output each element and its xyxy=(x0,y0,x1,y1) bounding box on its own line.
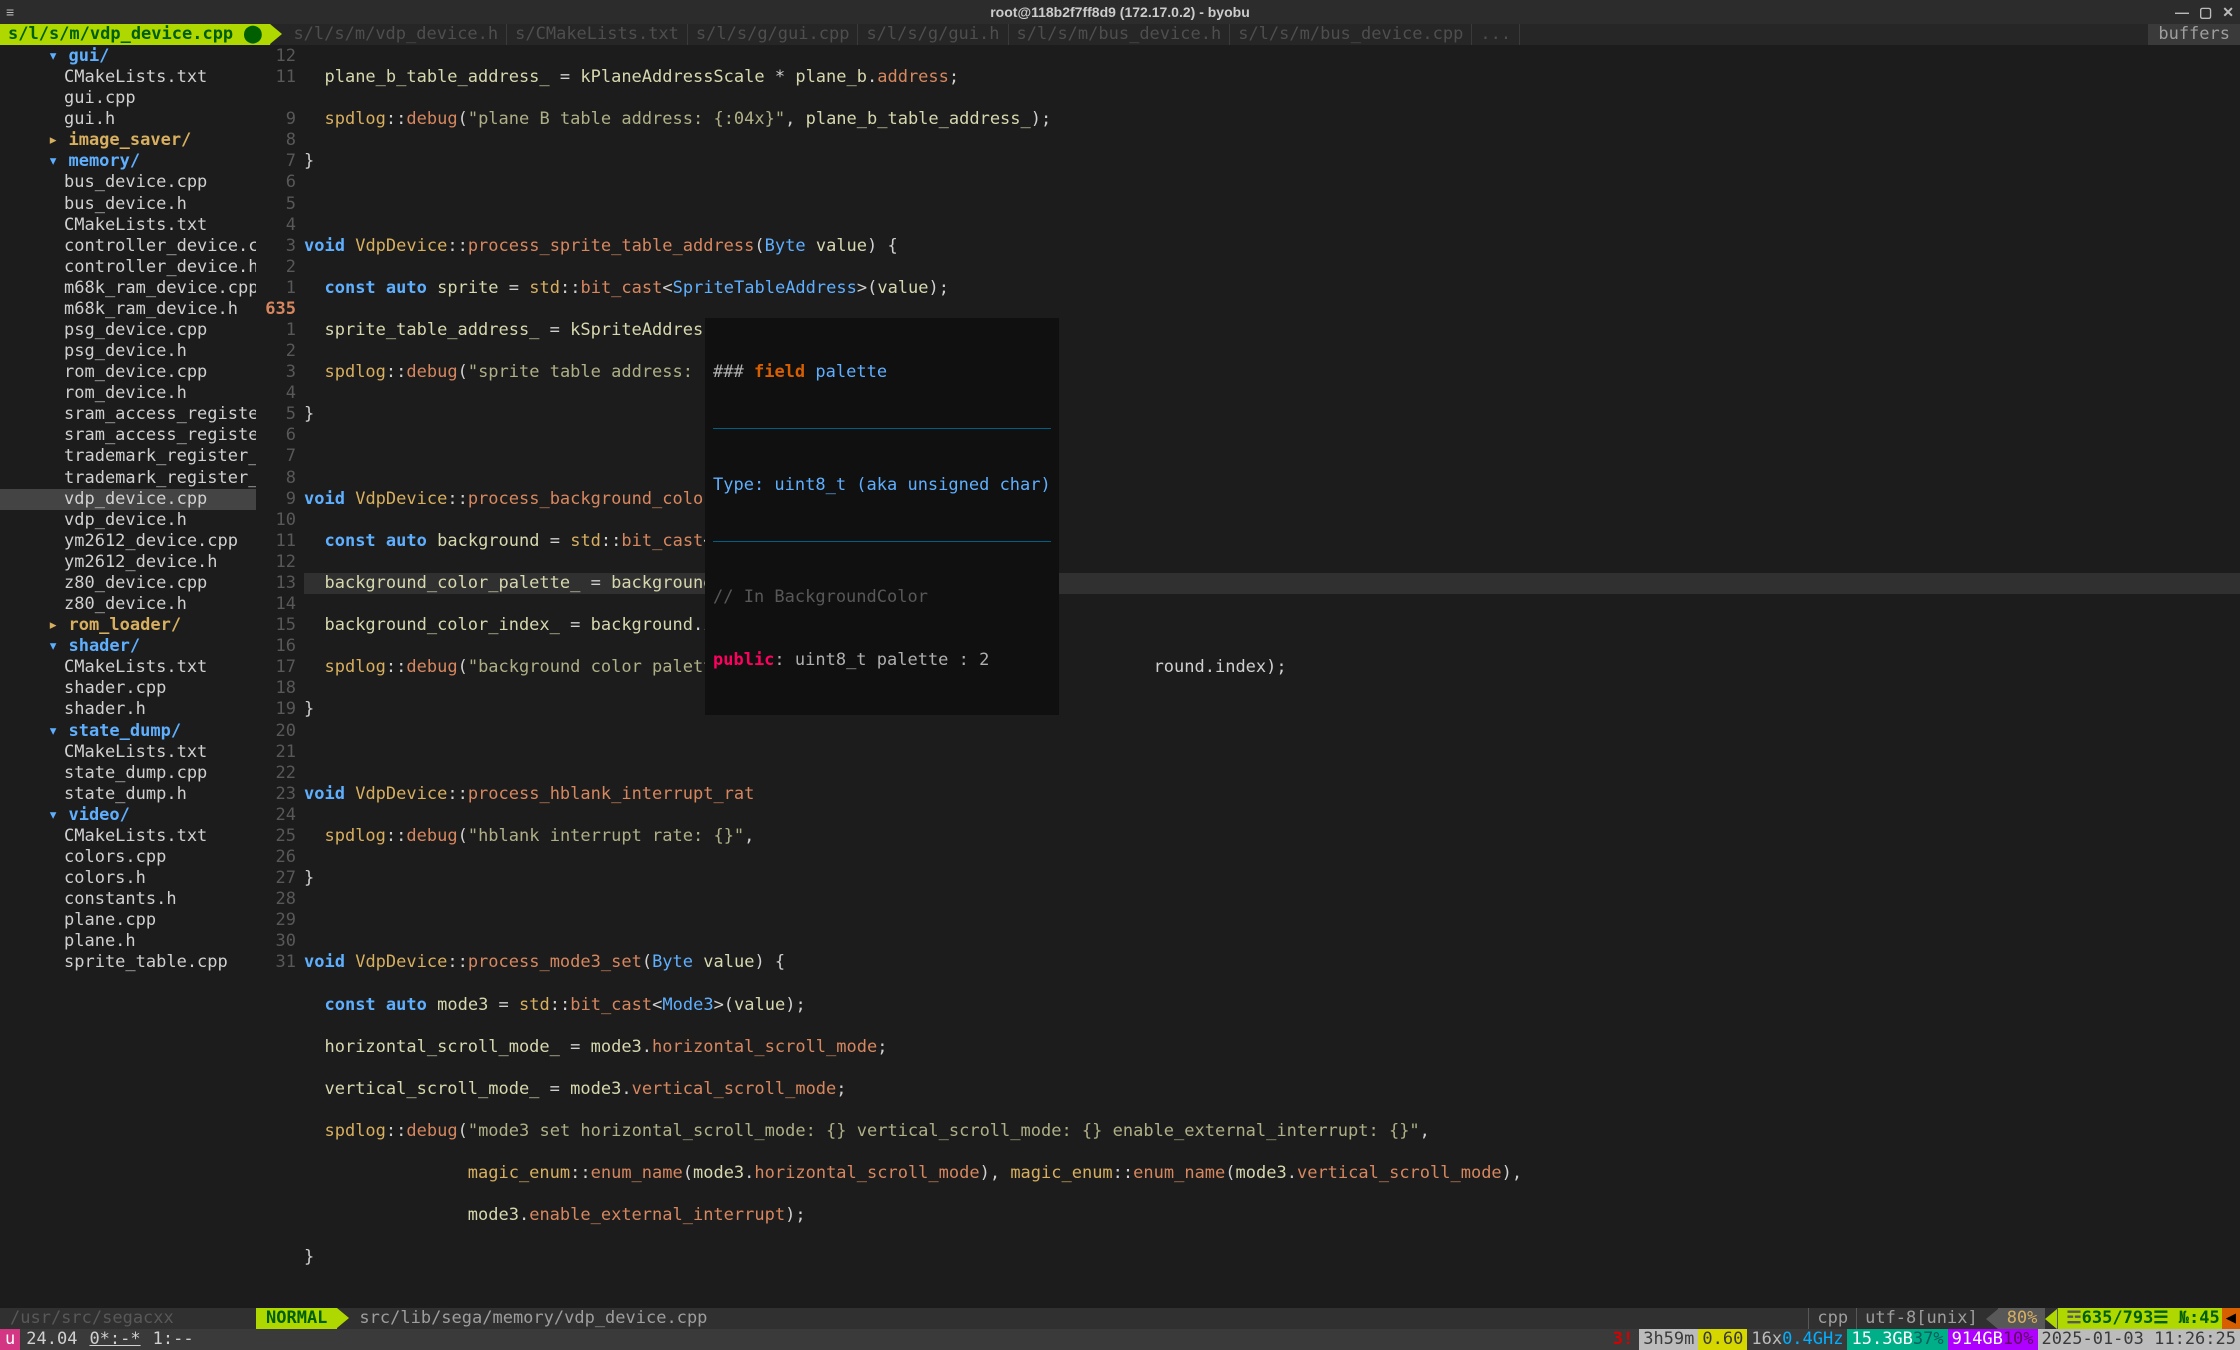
editor-pane[interactable]: 1211 98765432163512345678910111213141516… xyxy=(256,45,2240,1308)
tab-item[interactable]: s/l/s/g/gui.h xyxy=(858,24,1008,45)
tree-item[interactable]: z80_device.cpp xyxy=(0,573,256,594)
file-tree[interactable]: ▾ gui/CMakeLists.txtgui.cppgui.h▸ image_… xyxy=(0,45,256,1308)
tree-item[interactable]: ▾ shader/ xyxy=(0,636,256,657)
tab-overflow[interactable]: ... xyxy=(1472,24,1520,45)
tab-active[interactable]: s/l/s/m/vdp_device.cpp ⬤ xyxy=(0,24,271,45)
tree-item[interactable]: ▸ rom_loader/ xyxy=(0,615,256,636)
tree-item[interactable]: bus_device.h xyxy=(0,194,256,215)
tree-item[interactable]: psg_device.cpp xyxy=(0,320,256,341)
tree-item[interactable]: z80_device.h xyxy=(0,594,256,615)
tree-item[interactable]: m68k_ram_device.cpp xyxy=(0,278,256,299)
tree-item[interactable]: CMakeLists.txt xyxy=(0,67,256,88)
code-area[interactable]: plane_b_table_address_ = kPlaneAddressSc… xyxy=(304,45,2240,1308)
tree-item[interactable]: CMakeLists.txt xyxy=(0,742,256,763)
tree-item[interactable]: plane.h xyxy=(0,931,256,952)
tree-item[interactable]: colors.cpp xyxy=(0,847,256,868)
tab-item[interactable]: s/l/s/m/vdp_device.h xyxy=(285,24,507,45)
status-encoding: utf-8[unix] xyxy=(1856,1308,1986,1329)
tree-item[interactable]: CMakeLists.txt xyxy=(0,215,256,236)
byobu-statusbar: u 24.04 0*:-* 1:-- 3! 3h59m 0.60 16x0.4G… xyxy=(0,1329,2240,1350)
mode-indicator: NORMAL xyxy=(256,1308,337,1329)
tree-item[interactable]: shader.h xyxy=(0,699,256,720)
byobu-tab[interactable]: 1:-- xyxy=(147,1329,200,1350)
tree-item[interactable]: controller_device.h xyxy=(0,257,256,278)
tree-item[interactable]: state_dump.cpp xyxy=(0,763,256,784)
tree-item[interactable]: trademark_register_dev xyxy=(0,446,256,467)
tree-item[interactable]: psg_device.h xyxy=(0,341,256,362)
statusline: /usr/src/segacxx NORMAL src/lib/sega/mem… xyxy=(0,1308,2240,1329)
status-file: src/lib/sega/memory/vdp_device.cpp xyxy=(337,1308,1808,1329)
byobu-datetime: 2025-01-03 11:26:25 xyxy=(2038,1329,2240,1350)
maximize-icon[interactable]: ▢ xyxy=(2199,0,2212,24)
tree-item[interactable]: rom_device.h xyxy=(0,383,256,404)
status-line-col: ☲635/793☰ №:45 xyxy=(2057,1308,2221,1329)
buffers-indicator[interactable]: buffers xyxy=(2148,24,2240,45)
tree-item[interactable]: bus_device.cpp xyxy=(0,172,256,193)
window-titlebar: ≡ root@118b2f7ff8d9 (172.17.0.2) - byobu… xyxy=(0,0,2240,24)
byobu-uptime: 3h59m xyxy=(1639,1329,1698,1350)
tree-item[interactable]: controller_device.cpp xyxy=(0,236,256,257)
tree-item[interactable]: gui.h xyxy=(0,109,256,130)
tree-item[interactable]: state_dump.h xyxy=(0,784,256,805)
tree-item[interactable]: vdp_device.cpp xyxy=(0,489,256,510)
tree-item[interactable]: sram_access_register_ xyxy=(0,404,256,425)
tree-item[interactable]: rom_device.cpp xyxy=(0,362,256,383)
tree-item[interactable]: CMakeLists.txt xyxy=(0,826,256,847)
tree-item[interactable]: ▸ image_saver/ xyxy=(0,130,256,151)
tree-item[interactable]: ym2612_device.cpp xyxy=(0,531,256,552)
window-title: root@118b2f7ff8d9 (172.17.0.2) - byobu xyxy=(990,4,1250,20)
tree-item[interactable]: constants.h xyxy=(0,889,256,910)
tree-item[interactable]: ▾ state_dump/ xyxy=(0,721,256,742)
byobu-disk: 914GB10% xyxy=(1948,1329,2038,1350)
tree-item[interactable]: m68k_ram_device.h xyxy=(0,299,256,320)
byobu-logo: u xyxy=(0,1329,20,1350)
cursor-line: background_color_palette_ = background.p… xyxy=(304,573,2240,594)
tree-item[interactable]: trademark_register_dev xyxy=(0,468,256,489)
tab-item[interactable]: s/l/s/g/gui.cpp xyxy=(688,24,859,45)
tab-item[interactable]: s/l/s/m/bus_device.h xyxy=(1009,24,1231,45)
tree-item[interactable]: ▾ video/ xyxy=(0,805,256,826)
tree-item[interactable]: colors.h xyxy=(0,868,256,889)
close-icon[interactable]: ✕ xyxy=(2222,0,2234,24)
status-cwd: /usr/src/segacxx xyxy=(0,1308,256,1329)
minimize-icon[interactable]: — xyxy=(2175,0,2189,24)
byobu-load: 0.60 xyxy=(1698,1329,1747,1350)
tab-item[interactable]: s/CMakeLists.txt xyxy=(507,24,688,45)
tree-item[interactable]: sprite_table.cpp xyxy=(0,952,256,973)
byobu-release: 24.04 xyxy=(20,1329,83,1350)
line-numbers: 1211 98765432163512345678910111213141516… xyxy=(256,45,304,1308)
tree-item[interactable]: ▾ memory/ xyxy=(0,151,256,172)
tree-item[interactable]: CMakeLists.txt xyxy=(0,657,256,678)
tree-item[interactable]: ym2612_device.h xyxy=(0,552,256,573)
status-percent: 80% xyxy=(1998,1308,2046,1329)
bufferline[interactable]: s/l/s/m/vdp_device.cpp ⬤ s/l/s/m/vdp_dev… xyxy=(0,24,2240,45)
byobu-memory: 15.3GB37% xyxy=(1847,1329,1947,1350)
status-filetype: cpp xyxy=(1808,1308,1856,1329)
byobu-updates: 3! xyxy=(1607,1329,1639,1350)
tree-item[interactable]: plane.cpp xyxy=(0,910,256,931)
tree-item[interactable]: sram_access_register_ xyxy=(0,425,256,446)
hamburger-icon[interactable]: ≡ xyxy=(6,0,14,24)
lsp-hover-popup: ### field palette Type: uint8_t (aka uns… xyxy=(705,318,1059,715)
tree-item[interactable]: shader.cpp xyxy=(0,678,256,699)
tree-item[interactable]: vdp_device.h xyxy=(0,510,256,531)
byobu-cpu: 16x0.4GHz xyxy=(1747,1329,1847,1350)
byobu-window[interactable]: 0*:-* xyxy=(83,1329,146,1350)
tree-item[interactable]: gui.cpp xyxy=(0,88,256,109)
tab-item[interactable]: s/l/s/m/bus_device.cpp xyxy=(1230,24,1472,45)
tree-item[interactable]: ▾ gui/ xyxy=(0,46,256,67)
